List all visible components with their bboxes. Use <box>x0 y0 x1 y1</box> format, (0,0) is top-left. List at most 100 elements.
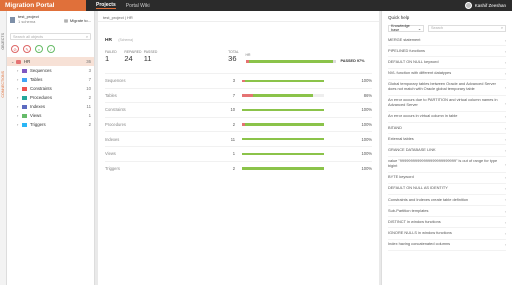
row-name: Sequences <box>105 78 126 84</box>
quick-help-item-label: BITAND <box>388 124 402 130</box>
table-row[interactable]: Tables 7 86% <box>105 87 372 103</box>
quick-help-search[interactable]: Search ⌕ <box>428 24 506 32</box>
tree-item-indexes[interactable]: › Indexes 11 <box>7 102 94 111</box>
row-name: Constraints <box>105 107 126 113</box>
chevron-down-icon: ⌄ <box>417 26 421 31</box>
search-placeholder: Search all objects <box>13 34 43 39</box>
repair-filter-icon[interactable]: ✎ <box>23 45 31 53</box>
quick-help-item[interactable]: NVL function with different datatypes › <box>388 69 506 80</box>
tree-root-count: 36 <box>86 59 91 64</box>
quick-help-item[interactable]: DISTINCT in window functions › <box>388 217 506 229</box>
table-row[interactable]: Indexes 11 100% <box>105 131 372 146</box>
side-tabs: OBJECTS CONNECTIONS <box>0 11 7 285</box>
row-count: 1 <box>232 151 235 157</box>
tree-item-tables[interactable]: › Tables 7 <box>7 75 94 84</box>
chevron-right-icon: › <box>504 219 506 225</box>
row-name: Tables <box>105 92 117 98</box>
top-bar: Migration Portal Projects Portal Wiki Ka… <box>0 0 512 11</box>
row-count: 2 <box>232 122 235 128</box>
row-count: 10 <box>230 107 235 113</box>
table-row[interactable]: Constraints 10 100% <box>105 102 372 117</box>
quick-help-item[interactable]: An error occurs in virtual column in tab… <box>388 112 506 123</box>
row-percent: 86% <box>363 92 372 98</box>
search-icon: ⌕ <box>500 26 503 30</box>
breadcrumb: test_project | HR <box>98 11 379 22</box>
quick-help-item[interactable]: Global temporary tables between Oracle a… <box>388 80 506 96</box>
main-panel: test_project | HR HR (Schema) FAILED 1 RE… <box>98 11 379 285</box>
row-percent: 100% <box>361 136 372 142</box>
quick-help-item-label: BYTE keyword <box>388 174 414 180</box>
quick-help-item[interactable]: An error occurs due to PARTITION and vir… <box>388 96 506 112</box>
tree-item-label: Views <box>30 113 42 118</box>
search-filter-icon[interactable]: ⌕ <box>35 45 43 53</box>
quick-help-item[interactable]: GRANCE DATABASE LINK › <box>388 145 506 157</box>
quick-help-item[interactable]: MERGE statement › <box>388 35 506 47</box>
tree-item-label: Tables <box>30 77 43 82</box>
tree-item-label: Sequences <box>30 68 52 73</box>
migrate-button[interactable]: ▤ Migrate to... <box>64 18 91 23</box>
tree-root-hr[interactable]: ⌄ HR 36 <box>7 57 94 66</box>
quick-help-item[interactable]: Constraints and Indexes create table def… <box>388 195 506 207</box>
user-menu[interactable]: Kashif Zeeshan <box>464 2 506 9</box>
quick-help-item[interactable]: BYTE keyword › <box>388 173 506 184</box>
quick-help-item[interactable]: DEFAULT ON NULL keyword › <box>388 57 506 69</box>
table-row[interactable]: Sequences 3 100% <box>105 73 372 88</box>
nav-portal-wiki[interactable]: Portal Wiki <box>126 3 150 9</box>
row-count: 7 <box>232 92 235 98</box>
quick-help-item[interactable]: Sub-Partition templates › <box>388 206 506 218</box>
tree-item-procedures[interactable]: › Procedures 2 <box>7 93 94 102</box>
table-row[interactable]: Procedures 2 100% <box>105 116 372 132</box>
chevron-right-icon: › <box>504 125 506 131</box>
app-title[interactable]: Migration Portal <box>0 0 86 11</box>
chevron-right-icon: › <box>504 161 506 167</box>
quick-help-item-label: GRANCE DATABASE LINK <box>388 146 436 152</box>
trigger-icon <box>22 122 27 127</box>
quick-help-list: MERGE statement › PIPELINED functions › DEFA… <box>382 33 512 251</box>
quick-help-item[interactable]: BITAND › <box>388 123 506 135</box>
tree-root-label: HR <box>24 59 31 64</box>
qh-search-placeholder: Search <box>431 26 444 30</box>
row-progress-fill <box>242 152 324 156</box>
row-percent: 100% <box>361 151 372 157</box>
chevron-right-icon: › <box>504 242 506 248</box>
passed-filter-icon[interactable]: ✓ <box>47 45 55 53</box>
quick-help-item[interactable]: DEFAULT ON NULL AS IDENTITY › <box>388 184 506 195</box>
tree-item-count: 3 <box>88 68 91 73</box>
quick-help-item[interactable]: PIPELINED functions › <box>388 46 506 58</box>
quick-help-item[interactable]: External tables › <box>388 134 506 146</box>
row-name: Views <box>105 151 116 157</box>
failed-filter-icon[interactable]: ⊘ <box>11 45 19 53</box>
chevron-right-icon: › <box>504 100 506 106</box>
table-row[interactable]: Triggers 2 100% <box>105 160 372 176</box>
user-name: Kashif Zeeshan <box>474 3 506 8</box>
row-name: Procedures <box>105 122 126 128</box>
search-input[interactable]: Search all objects ⌕ <box>10 33 91 40</box>
chevron-right-icon: › <box>504 48 506 54</box>
tab-objects[interactable]: OBJECTS <box>1 33 5 50</box>
schema-icon <box>16 59 21 64</box>
quick-help-item-label: value "99999999999999999999999999" is ou… <box>388 158 498 168</box>
quick-help-item-label: DISTINCT in window functions <box>388 218 441 224</box>
quick-help-item[interactable]: IGNORE NULLS in window functions › <box>388 228 506 240</box>
knowledge-base-select[interactable]: Knowledge base ⌄ <box>388 24 424 32</box>
quick-help-item[interactable]: value "99999999999999999999999999" is ou… <box>388 157 506 173</box>
row-progress-bar <box>242 94 324 97</box>
repaired-count: 24 <box>124 54 133 63</box>
tree-item-views[interactable]: › Views 1 <box>7 111 94 120</box>
quick-help-item[interactable]: Index having concatenated columns › <box>388 240 506 251</box>
project-header: test_project 1 schema ▤ Migrate to... <box>7 11 94 29</box>
chevron-right-icon: › <box>504 208 506 214</box>
tree-item-constraints[interactable]: › Constraints 10 <box>7 84 94 93</box>
quick-help-item-label: An error occurs due to PARTITION and vir… <box>388 97 498 108</box>
table-row[interactable]: Views 1 100% <box>105 145 372 161</box>
tab-connections[interactable]: CONNECTIONS <box>1 71 5 98</box>
chevron-right-icon: › <box>504 136 506 142</box>
kb-select-label: Knowledge base <box>391 24 410 32</box>
quick-help-item-label: DEFAULT ON NULL AS IDENTITY <box>388 185 448 191</box>
nav-projects[interactable]: Projects <box>96 2 116 9</box>
tree-item-sequences[interactable]: › Sequences 3 <box>7 66 94 75</box>
row-progress-bar <box>242 167 324 170</box>
passed-percent: PASSED 97% <box>340 59 365 63</box>
tree-item-triggers[interactable]: › Triggers 2 <box>7 120 94 129</box>
constraint-icon <box>22 86 27 91</box>
